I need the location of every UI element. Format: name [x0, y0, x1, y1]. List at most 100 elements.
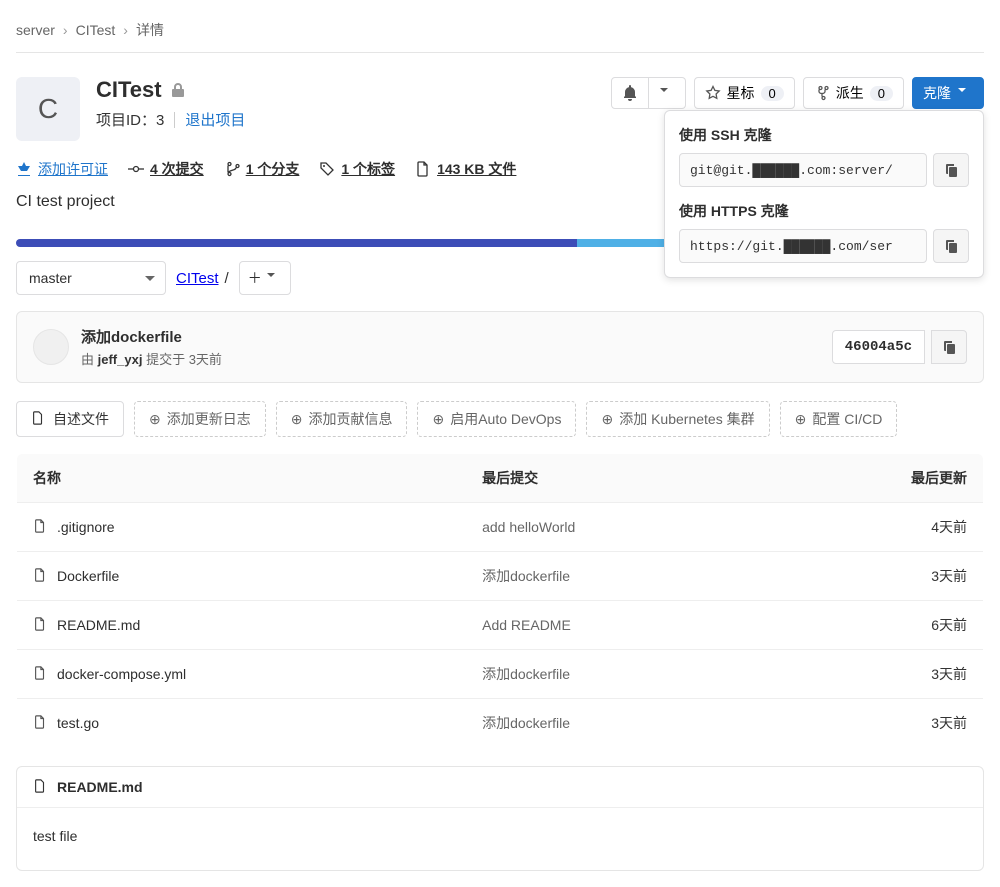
file-commit-cell[interactable]: 添加dockerfile [466, 552, 769, 601]
commit-title[interactable]: 添加dockerfile [81, 326, 222, 347]
readme-filename: README.md [57, 779, 143, 795]
file-icon [33, 519, 49, 535]
file-name-cell[interactable]: Dockerfile [33, 568, 450, 584]
autodevops-label: 启用Auto DevOps [450, 409, 561, 429]
branches-stat[interactable]: 1 个分支 [224, 159, 300, 179]
breadcrumb-current: 详情 [136, 20, 164, 40]
col-name: 名称 [17, 454, 467, 503]
cicd-action[interactable]: ⊕ 配置 CI/CD [780, 401, 898, 437]
project-avatar: C [16, 77, 80, 141]
clone-button[interactable]: 克隆 [912, 77, 984, 109]
setup-actions-row: 自述文件 ⊕ 添加更新日志 ⊕ 添加贡献信息 ⊕ 启用Auto DevOps ⊕… [16, 401, 984, 437]
col-commit: 最后提交 [466, 454, 769, 503]
project-title: CITest [96, 77, 162, 103]
chevron-down-icon [266, 270, 282, 286]
branch-icon [224, 161, 240, 177]
contrib-label: 添加贡献信息 [308, 409, 392, 429]
table-row[interactable]: .gitignoreadd helloWorld4天前 [17, 503, 984, 552]
changelog-label: 添加更新日志 [167, 409, 251, 429]
autodevops-action[interactable]: ⊕ 启用Auto DevOps [417, 401, 576, 437]
file-name-cell[interactable]: test.go [33, 715, 450, 731]
changelog-action[interactable]: ⊕ 添加更新日志 [134, 401, 266, 437]
lock-icon [170, 82, 186, 98]
clone-label: 克隆 [923, 83, 951, 103]
file-time-cell: 3天前 [769, 552, 983, 601]
tags-label: 1 个标签 [341, 159, 395, 179]
clone-https-label: 使用 HTTPS 克隆 [679, 201, 969, 221]
file-commit-cell[interactable]: 添加dockerfile [466, 699, 769, 748]
fork-count: 0 [870, 86, 893, 101]
cicd-label: 配置 CI/CD [812, 409, 882, 429]
breadcrumb-project[interactable]: CITest [76, 22, 116, 38]
file-name-cell[interactable]: .gitignore [33, 519, 450, 535]
readme-action[interactable]: 自述文件 [16, 401, 124, 437]
table-row[interactable]: test.go 添加dockerfile3天前 [17, 699, 984, 748]
size-stat[interactable]: 143 KB 文件 [415, 159, 516, 179]
file-time-cell: 6天前 [769, 601, 983, 650]
commit-author-avatar[interactable] [33, 329, 69, 365]
file-commit-cell[interactable]: 添加dockerfile [466, 650, 769, 699]
clone-https-input[interactable] [679, 229, 927, 263]
star-button[interactable]: 星标 0 [694, 77, 795, 109]
star-count: 0 [761, 86, 784, 101]
file-name-cell[interactable]: README.md [33, 617, 450, 633]
project-id-label: 项目ID：3 [96, 109, 164, 130]
commits-label: 4 次提交 [150, 159, 204, 179]
tags-stat[interactable]: 1 个标签 [319, 159, 395, 179]
fork-button[interactable]: 派生 0 [803, 77, 904, 109]
bell-icon [622, 85, 638, 101]
clone-popup: 使用 SSH 克隆 使用 HTTPS 克隆 [664, 110, 984, 278]
table-row[interactable]: Dockerfile 添加dockerfile3天前 [17, 552, 984, 601]
branches-label: 1 个分支 [246, 159, 300, 179]
file-name-cell[interactable]: docker-compose.yml [33, 666, 450, 682]
scale-icon [16, 161, 32, 177]
license-label: 添加许可证 [38, 159, 108, 179]
commit-author[interactable]: jeff_yxj [98, 352, 143, 367]
table-row[interactable]: docker-compose.yml 添加dockerfile3天前 [17, 650, 984, 699]
file-icon [33, 715, 49, 731]
copy-https-button[interactable] [933, 229, 969, 263]
copy-sha-button[interactable] [931, 330, 967, 364]
clone-ssh-input[interactable] [679, 153, 927, 187]
copy-icon [943, 238, 959, 254]
branch-select[interactable]: master [16, 261, 166, 295]
kubernetes-action[interactable]: ⊕ 添加 Kubernetes 集群 [586, 401, 769, 437]
copy-icon [943, 162, 959, 178]
plus-box-icon: ⊕ [291, 411, 303, 428]
notification-button[interactable] [611, 77, 649, 109]
breadcrumb-server[interactable]: server [16, 22, 55, 38]
notification-group [611, 77, 686, 109]
commit-meta: 由 jeff_yxj 提交于 3天前 [81, 349, 222, 368]
breadcrumb-sep: › [123, 22, 128, 38]
divider [174, 112, 175, 128]
file-time-cell: 3天前 [769, 650, 983, 699]
add-license-link[interactable]: 添加许可证 [16, 159, 108, 179]
size-label: 143 KB 文件 [437, 159, 516, 179]
clone-ssh-label: 使用 SSH 克隆 [679, 125, 969, 145]
contrib-action[interactable]: ⊕ 添加贡献信息 [276, 401, 408, 437]
file-icon [31, 411, 47, 427]
copy-icon [941, 339, 957, 355]
commits-stat[interactable]: 4 次提交 [128, 159, 204, 179]
plus-box-icon: ⊕ [149, 411, 161, 428]
chevron-down-icon [659, 85, 675, 101]
file-time-cell: 3天前 [769, 699, 983, 748]
notification-dropdown[interactable] [649, 77, 686, 109]
plus-box-icon: ⊕ [432, 411, 444, 428]
commit-icon [128, 161, 144, 177]
chevron-down-icon [957, 85, 973, 101]
add-file-dropdown[interactable]: ＋ [239, 261, 291, 295]
file-commit-cell[interactable]: add helloWorld [466, 503, 769, 552]
commit-sha[interactable]: 46004a5c [832, 330, 925, 364]
star-icon [705, 85, 721, 101]
path-root[interactable]: CITest [176, 270, 219, 287]
file-commit-cell[interactable]: Add README [466, 601, 769, 650]
table-row[interactable]: README.md Add README6天前 [17, 601, 984, 650]
path-sep: / [225, 270, 229, 287]
leave-project-link[interactable]: 退出项目 [185, 109, 245, 130]
file-tree-table: 名称 最后提交 最后更新 .gitignoreadd helloWorld4天前… [16, 453, 984, 748]
plus-box-icon: ⊕ [601, 411, 613, 428]
kube-label: 添加 Kubernetes 集群 [619, 409, 754, 429]
copy-ssh-button[interactable] [933, 153, 969, 187]
file-icon [415, 161, 431, 177]
